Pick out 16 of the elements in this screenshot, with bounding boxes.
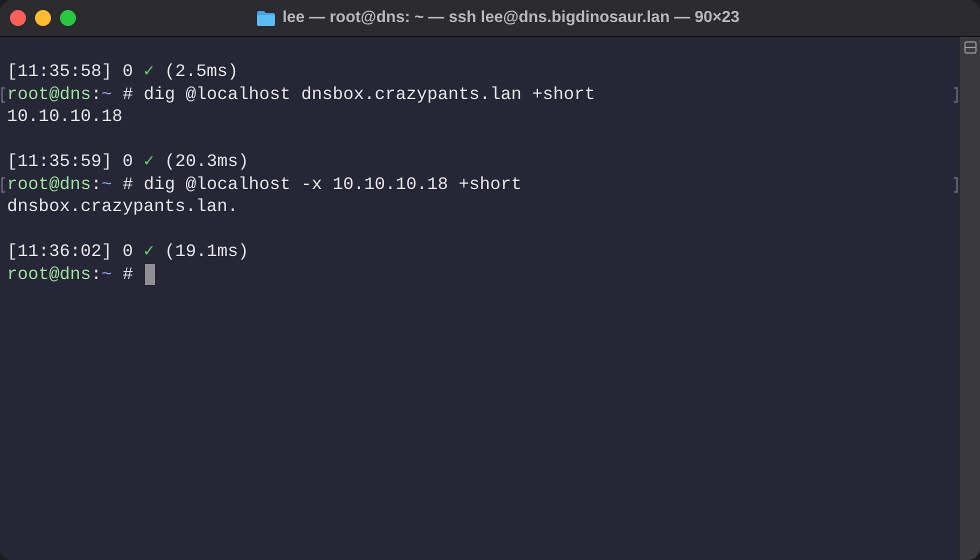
output-text: dnsbox.crazypants.lan. (7, 196, 238, 218)
window-title: lee — root@dns: ~ — ssh lee@dns.bigdinosaur.lan — 90×23 (282, 9, 740, 27)
shell-prompt: root@dns:~ # (7, 84, 134, 106)
folder-icon (256, 10, 276, 26)
status-line: [11:35:59] 0 ✓ (20.3ms) (7, 151, 249, 174)
command-text: dig @localhost dnsbox.crazypants.lan +short (144, 84, 596, 106)
status-line: [11:36:02] 0 ✓ (19.1ms) (7, 241, 249, 264)
status-line: [11:35:58] 0 ✓ (2.5ms) (7, 61, 238, 84)
output-text: 10.10.10.18 (7, 106, 123, 128)
command-text: dig @localhost -x 10.10.10.18 +short (144, 174, 522, 196)
shell-prompt: root@dns:~ # (7, 174, 134, 196)
shell-prompt: root@dns:~ # (7, 264, 134, 286)
minimize-button[interactable] (35, 10, 51, 26)
zoom-button[interactable] (60, 10, 76, 26)
split-pane-icon[interactable] (964, 41, 976, 54)
close-button[interactable] (10, 10, 26, 26)
